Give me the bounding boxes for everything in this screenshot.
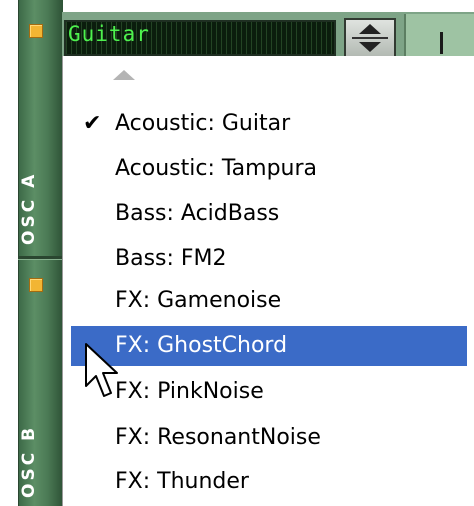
checkmark-icon: ✔ [83,111,102,136]
right-panel [404,14,474,58]
menu-item-label: FX: PinkNoise [115,379,264,404]
spin-up-icon[interactable] [359,24,381,34]
menu-item-label: FX: Gamenoise [115,288,282,313]
menu-item-fx-resonantnoise[interactable]: FX: ResonantNoise [71,418,467,458]
menu-item-fx-thunder[interactable]: FX: Thunder [71,462,467,502]
menu-item-label: Acoustic: Guitar [115,111,291,136]
menu-item-label: Bass: FM2 [115,246,227,271]
osc-b-label: OSC B [19,425,39,498]
menu-item-bass-fm2[interactable]: Bass: FM2 [71,239,467,279]
menu-item-fx-gamenoise[interactable]: FX: Gamenoise [71,281,467,321]
patch-spin-button[interactable] [344,18,396,58]
menu-item-acoustic-tampura[interactable]: Acoustic: Tampura [71,149,467,189]
menu-item-label: FX: ResonantNoise [115,425,321,450]
menu-item-label: Bass: AcidBass [115,201,280,226]
osc-b-led[interactable] [29,278,43,292]
osc-divider [18,256,62,259]
panel-mark [440,32,443,54]
spin-divider [352,37,388,39]
menu-item-label: Acoustic: Tampura [115,156,318,181]
spin-down-icon[interactable] [359,42,381,52]
osc-a-led[interactable] [29,24,43,38]
osc-a-label: OSC A [19,172,39,245]
mouse-cursor-icon [85,343,118,397]
menu-item-fx-pinknoise[interactable]: FX: PinkNoise [71,372,467,412]
menu-item-label: FX: Thunder [115,469,249,494]
menu-item-bass-acidbass[interactable]: Bass: AcidBass [71,194,467,234]
patch-dropdown-menu: ✔ Acoustic: Guitar Acoustic: Tampura Bas… [62,56,474,506]
menu-item-fx-ghostchord[interactable]: FX: GhostChord [71,326,467,366]
menu-item-acoustic-guitar[interactable]: ✔ Acoustic: Guitar [71,104,467,144]
patch-display-text: Guitar [68,22,150,46]
menu-item-label: FX: GhostChord [115,333,288,358]
scroll-up-icon[interactable] [113,70,135,80]
